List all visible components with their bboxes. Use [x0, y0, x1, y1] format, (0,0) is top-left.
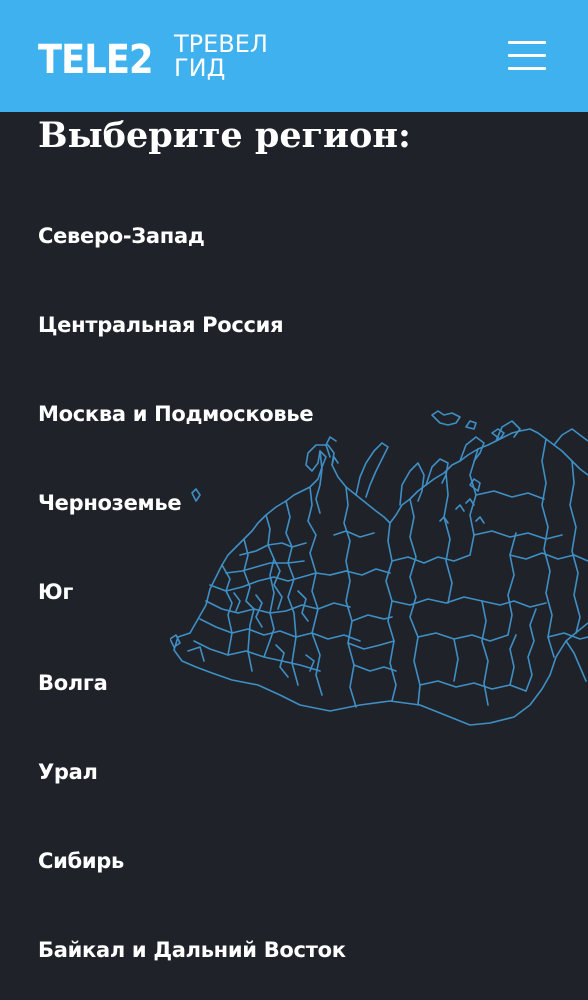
menu-bar-middle: [508, 54, 546, 57]
region-item-ural[interactable]: Урал: [38, 758, 98, 786]
region-item-severo-zapad[interactable]: Северо-Запад: [38, 222, 205, 250]
region-item-baikal-i-dalniy-vostok[interactable]: Байкал и Дальний Восток: [38, 936, 346, 964]
travel-guide-logo-text: ТРЕВЕЛ ГИД: [174, 32, 268, 80]
tele2-logo[interactable]: TELE2: [38, 40, 154, 80]
region-item-moskva-i-podmoskovie[interactable]: Москва и Подмосковье: [38, 400, 314, 428]
menu-bar-top: [508, 41, 546, 44]
region-item-yug[interactable]: Юг: [38, 578, 73, 606]
menu-bar-bottom: [508, 67, 546, 70]
region-item-volga[interactable]: Волга: [38, 669, 108, 697]
russia-regions-map: [170, 410, 588, 726]
region-item-centralnaya-rossiya[interactable]: Центральная Россия: [38, 311, 284, 339]
header: TELE2 ТРЕВЕЛ ГИД: [0, 0, 588, 112]
region-item-chernozemie[interactable]: Черноземье: [38, 489, 182, 517]
logo-subtitle-line-1: ТРЕВЕЛ: [174, 30, 268, 58]
page-title: Выберите регион:: [38, 115, 411, 156]
hamburger-menu-icon[interactable]: [504, 38, 548, 74]
logo-subtitle-line-2: ГИД: [174, 54, 226, 82]
region-item-sibir[interactable]: Сибирь: [38, 847, 124, 875]
